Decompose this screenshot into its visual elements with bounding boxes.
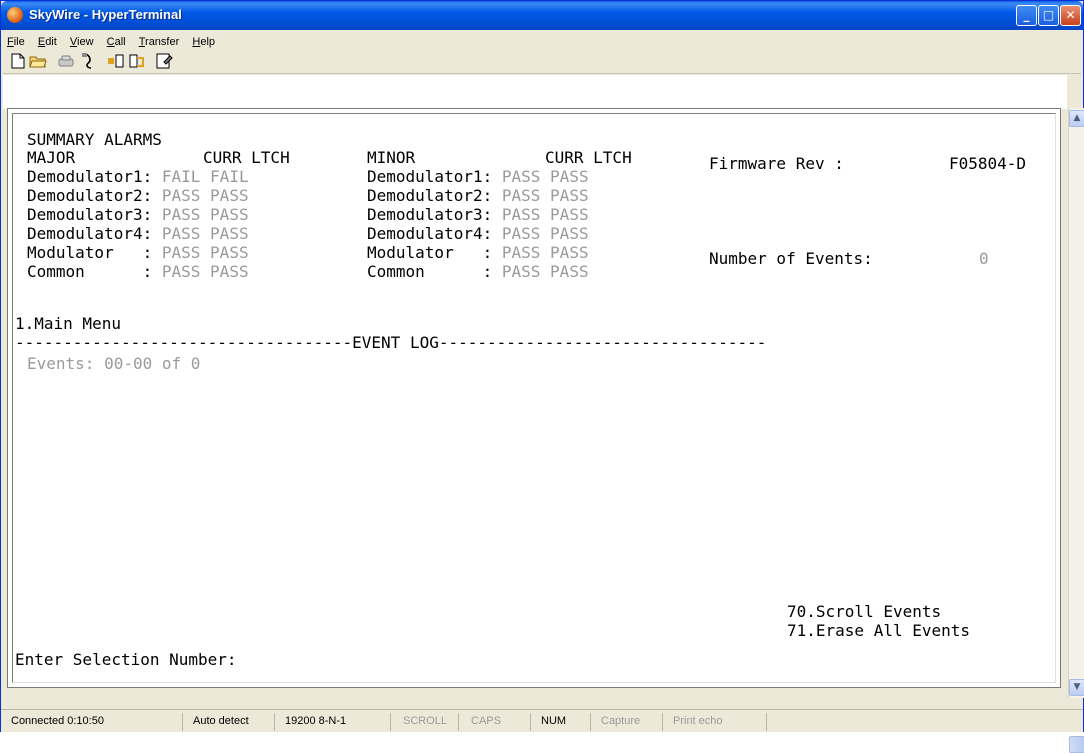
status-connected: Connected 0:10:50 (7, 713, 183, 731)
menu-bar: File Edit View Call Transfer Help (3, 30, 1081, 48)
major-row: Demodulator3: PASS PASS (27, 205, 249, 224)
hyperterminal-app-icon (7, 7, 23, 23)
menu-edit[interactable]: Edit (34, 34, 61, 48)
disconnect-icon[interactable] (79, 52, 97, 70)
status-capture: Capture (597, 713, 663, 731)
status-baud: 19200 8-N-1 (281, 713, 391, 731)
connect-icon[interactable] (57, 52, 75, 70)
firmware-label: Firmware Rev : (709, 154, 844, 173)
summary-alarms-heading: SUMMARY ALARMS (27, 130, 162, 149)
status-detect: Auto detect (189, 713, 275, 731)
toolbar (3, 48, 1081, 74)
main-menu-option: 1.Main Menu (15, 314, 121, 333)
title-bar[interactable]: SkyWire - HyperTerminal _ □ ✕ (1, 1, 1083, 30)
minor-curr-ltch-header: CURR LTCH (545, 148, 632, 167)
scroll-thumb[interactable] (1069, 736, 1084, 753)
major-row: Common : PASS PASS (27, 262, 249, 281)
status-print-echo: Print echo (669, 713, 767, 731)
send-icon[interactable] (107, 52, 125, 70)
major-label: MAJOR (27, 148, 76, 167)
minor-row: Modulator : PASS PASS (367, 243, 589, 262)
minor-row: Common : PASS PASS (367, 262, 589, 281)
events-count-value: 0 (979, 249, 989, 268)
selection-prompt: Enter Selection Number: (15, 650, 237, 669)
scroll-up-button[interactable]: ▲ (1069, 110, 1084, 127)
firmware-value: F05804-D (949, 154, 1027, 173)
terminal-screen[interactable]: SUMMARY ALARMS MAJOR CURR LTCH MINOR CUR… (7, 108, 1061, 688)
scroll-events-option: 70.Scroll Events (787, 602, 942, 621)
menu-view[interactable]: View (66, 34, 98, 48)
minimize-button[interactable]: _ (1016, 5, 1037, 26)
major-row: Demodulator2: PASS PASS (27, 186, 249, 205)
status-caps: CAPS (467, 713, 531, 731)
scroll-down-button[interactable]: ▼ (1069, 679, 1084, 696)
minor-row: Demodulator2: PASS PASS (367, 186, 589, 205)
vertical-scrollbar[interactable]: ▲ ▼ (1068, 108, 1084, 753)
major-row: Demodulator4: PASS PASS (27, 224, 249, 243)
minor-row: Demodulator1: PASS PASS (367, 167, 589, 186)
terminal-border: SUMMARY ALARMS MAJOR CURR LTCH MINOR CUR… (12, 113, 1056, 683)
hyperterminal-window: SkyWire - HyperTerminal _ □ ✕ File Edit … (0, 0, 1084, 753)
status-bar: Connected 0:10:50 Auto detect 19200 8-N-… (1, 709, 1083, 732)
window-title: SkyWire - HyperTerminal (29, 7, 182, 22)
menu-call[interactable]: Call (103, 34, 130, 48)
minor-row: Demodulator3: PASS PASS (367, 205, 589, 224)
open-icon[interactable] (29, 52, 47, 70)
menu-help[interactable]: Help (188, 34, 219, 48)
events-count-label: Number of Events: (709, 249, 873, 268)
menu-file[interactable]: File (3, 34, 29, 48)
maximize-button[interactable]: □ (1038, 5, 1059, 26)
menu-transfer[interactable]: Transfer (135, 34, 184, 48)
terminal-top-margin (3, 75, 1067, 109)
event-log-divider: -----------------------------------EVENT… (15, 333, 767, 352)
status-scroll: SCROLL (399, 713, 459, 731)
properties-icon[interactable] (155, 52, 173, 70)
major-row: Modulator : PASS PASS (27, 243, 249, 262)
minor-label: MINOR (367, 148, 416, 167)
new-icon[interactable] (9, 52, 27, 70)
erase-events-option: 71.Erase All Events (787, 621, 971, 640)
minor-row: Demodulator4: PASS PASS (367, 224, 589, 243)
status-num: NUM (537, 713, 591, 731)
major-row: Demodulator1: FAIL FAIL (27, 167, 249, 186)
receive-icon[interactable] (127, 52, 145, 70)
close-button[interactable]: ✕ (1060, 5, 1081, 26)
major-curr-ltch-header: CURR LTCH (203, 148, 290, 167)
events-range: Events: 00-00 of 0 (27, 354, 201, 373)
